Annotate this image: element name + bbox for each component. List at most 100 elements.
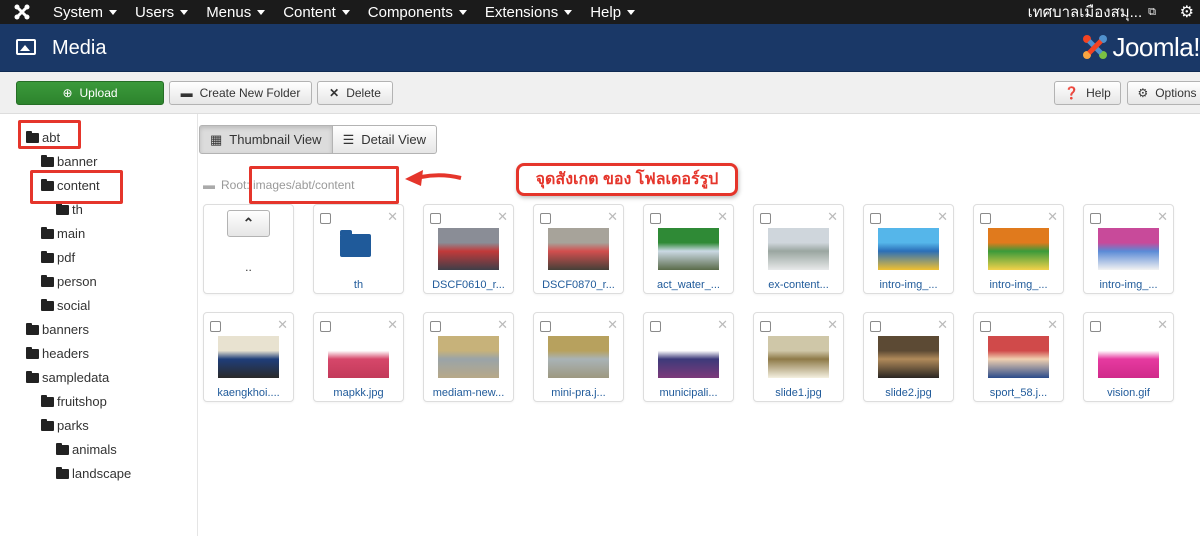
image-thumbnail[interactable] xyxy=(438,228,499,270)
chevron-up-icon[interactable]: ⌃ xyxy=(227,210,270,237)
select-checkbox[interactable] xyxy=(760,321,771,332)
select-checkbox[interactable] xyxy=(430,213,441,224)
delete-icon[interactable]: ✕ xyxy=(937,210,948,223)
file-name[interactable]: intro-img_... xyxy=(1086,279,1171,291)
image-tile[interactable]: ✕ mini-pra.j... xyxy=(533,312,624,402)
file-name[interactable]: slide1.jpg xyxy=(756,387,841,399)
select-checkbox[interactable] xyxy=(650,321,661,332)
menu-menus[interactable]: Menus xyxy=(197,0,274,24)
tree-item-social[interactable]: social xyxy=(41,298,90,313)
menu-system[interactable]: System xyxy=(44,0,126,24)
image-thumbnail[interactable] xyxy=(328,336,389,378)
file-name[interactable]: vision.gif xyxy=(1086,387,1171,399)
delete-icon[interactable]: ✕ xyxy=(1047,210,1058,223)
image-thumbnail[interactable] xyxy=(548,336,609,378)
file-name[interactable]: sport_58.j... xyxy=(976,387,1061,399)
image-thumbnail[interactable] xyxy=(438,336,499,378)
site-link[interactable]: เทศบาลเมืองสมุ... ⧉ xyxy=(1028,0,1156,24)
image-thumbnail[interactable] xyxy=(1098,336,1159,378)
image-tile[interactable]: ✕ DSCF0610_r... xyxy=(423,204,514,294)
tree-item-animals[interactable]: animals xyxy=(56,442,117,457)
folder-tile[interactable]: ✕ th xyxy=(313,204,404,294)
image-thumbnail[interactable] xyxy=(768,336,829,378)
delete-icon[interactable]: ✕ xyxy=(607,210,618,223)
delete-icon[interactable]: ✕ xyxy=(717,210,728,223)
tree-item-th[interactable]: th xyxy=(56,202,83,217)
delete-icon[interactable]: ✕ xyxy=(827,210,838,223)
image-tile[interactable]: ✕ mapkk.jpg xyxy=(313,312,404,402)
file-name[interactable]: mediam-new... xyxy=(426,387,511,399)
tree-item-person[interactable]: person xyxy=(41,274,97,289)
file-name[interactable]: mini-pra.j... xyxy=(536,387,621,399)
delete-icon[interactable]: ✕ xyxy=(937,318,948,331)
tree-item-landscape[interactable]: landscape xyxy=(56,466,131,481)
image-tile[interactable]: ✕ municipali... xyxy=(643,312,734,402)
select-checkbox[interactable] xyxy=(1090,213,1101,224)
select-checkbox[interactable] xyxy=(1090,321,1101,332)
image-thumbnail[interactable] xyxy=(988,228,1049,270)
image-thumbnail[interactable] xyxy=(218,336,279,378)
select-checkbox[interactable] xyxy=(540,213,551,224)
image-tile[interactable]: ✕ ex-content... xyxy=(753,204,844,294)
file-name[interactable]: DSCF0870_r... xyxy=(536,279,621,291)
create-folder-button[interactable]: ▬ Create New Folder xyxy=(169,81,312,105)
menu-extensions[interactable]: Extensions xyxy=(476,0,581,24)
tree-item-pdf[interactable]: pdf xyxy=(41,250,75,265)
delete-icon[interactable]: ✕ xyxy=(387,210,398,223)
delete-icon[interactable]: ✕ xyxy=(607,318,618,331)
image-tile[interactable]: ✕ DSCF0870_r... xyxy=(533,204,624,294)
image-thumbnail[interactable] xyxy=(548,228,609,270)
image-thumbnail[interactable] xyxy=(878,228,939,270)
file-name[interactable]: intro-img_... xyxy=(866,279,951,291)
tree-item-parks[interactable]: parks xyxy=(41,418,89,433)
delete-icon[interactable]: ✕ xyxy=(387,318,398,331)
select-checkbox[interactable] xyxy=(980,321,991,332)
file-name[interactable]: mapkk.jpg xyxy=(316,387,401,399)
parent-folder-tile[interactable]: ⌃ .. xyxy=(203,204,294,294)
delete-icon[interactable]: ✕ xyxy=(497,210,508,223)
tree-item-banner[interactable]: banner xyxy=(41,154,97,169)
delete-icon[interactable]: ✕ xyxy=(1157,318,1168,331)
image-tile[interactable]: ✕ intro-img_... xyxy=(1083,204,1174,294)
joomla-logo-icon[interactable] xyxy=(0,0,44,24)
menu-help[interactable]: Help xyxy=(581,0,644,24)
image-thumbnail[interactable] xyxy=(658,228,719,270)
tree-item-banners[interactable]: banners xyxy=(26,322,89,337)
tab-detail-view[interactable]: ☰ Detail View xyxy=(332,125,438,154)
select-checkbox[interactable] xyxy=(650,213,661,224)
options-button[interactable]: ⚙ Options xyxy=(1127,81,1200,105)
select-checkbox[interactable] xyxy=(870,321,881,332)
select-checkbox[interactable] xyxy=(320,213,331,224)
file-name[interactable]: kaengkhoi.... xyxy=(206,387,291,399)
image-tile[interactable]: ✕ sport_58.j... xyxy=(973,312,1064,402)
image-tile[interactable]: ✕ intro-img_... xyxy=(973,204,1064,294)
image-tile[interactable]: ✕ slide1.jpg xyxy=(753,312,844,402)
tree-item-fruitshop[interactable]: fruitshop xyxy=(41,394,107,409)
select-checkbox[interactable] xyxy=(430,321,441,332)
delete-icon[interactable]: ✕ xyxy=(1157,210,1168,223)
delete-icon[interactable]: ✕ xyxy=(1047,318,1058,331)
image-tile[interactable]: ✕ kaengkhoi.... xyxy=(203,312,294,402)
image-thumbnail[interactable] xyxy=(878,336,939,378)
tree-item-headers[interactable]: headers xyxy=(26,346,89,361)
image-thumbnail[interactable] xyxy=(658,336,719,378)
image-thumbnail[interactable] xyxy=(1098,228,1159,270)
file-name[interactable]: ex-content... xyxy=(756,279,841,291)
help-button[interactable]: ❓ Help xyxy=(1054,81,1121,105)
delete-icon[interactable]: ✕ xyxy=(277,318,288,331)
delete-icon[interactable]: ✕ xyxy=(497,318,508,331)
tree-item-sampledata[interactable]: sampledata xyxy=(26,370,109,385)
image-tile[interactable]: ✕ act_water_... xyxy=(643,204,734,294)
image-thumbnail[interactable] xyxy=(768,228,829,270)
file-name[interactable]: act_water_... xyxy=(646,279,731,291)
file-name[interactable]: th xyxy=(316,279,401,291)
image-tile[interactable]: ✕ intro-img_... xyxy=(863,204,954,294)
image-tile[interactable]: ✕ vision.gif xyxy=(1083,312,1174,402)
menu-content[interactable]: Content xyxy=(274,0,359,24)
select-checkbox[interactable] xyxy=(540,321,551,332)
delete-icon[interactable]: ✕ xyxy=(717,318,728,331)
file-name[interactable]: municipali... xyxy=(646,387,731,399)
select-checkbox[interactable] xyxy=(210,321,221,332)
menu-components[interactable]: Components xyxy=(359,0,476,24)
select-checkbox[interactable] xyxy=(760,213,771,224)
